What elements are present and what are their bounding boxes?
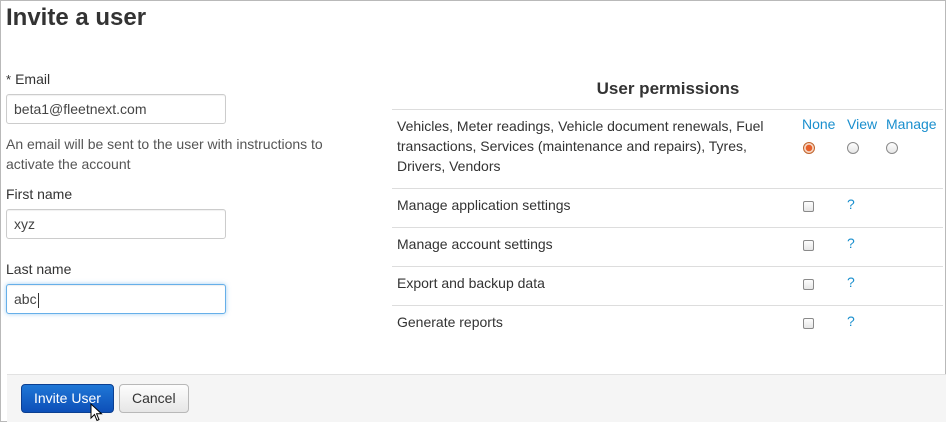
first-name-value: xyz xyxy=(14,216,35,232)
column-head-none[interactable]: None xyxy=(802,116,835,132)
last-name-value: abc xyxy=(14,291,37,307)
help-link-application-settings[interactable]: ? xyxy=(847,196,855,212)
column-head-manage[interactable]: Manage xyxy=(886,116,937,132)
permission-row: Manage application settings ? xyxy=(392,188,943,227)
permission-radio-view[interactable] xyxy=(847,142,859,154)
email-field[interactable]: beta1@fleetnext.com xyxy=(6,94,226,124)
email-help-text: An email will be sent to the user with i… xyxy=(6,136,323,172)
help-link-account-settings[interactable]: ? xyxy=(847,235,855,251)
email-value: beta1@fleetnext.com xyxy=(14,101,147,117)
help-link-generate-reports[interactable]: ? xyxy=(847,313,855,329)
last-name-field[interactable]: abc xyxy=(6,284,226,314)
permission-row-main: Vehicles, Meter readings, Vehicle docume… xyxy=(392,109,943,188)
permission-row: Manage account settings ? xyxy=(392,227,943,266)
required-marker: * xyxy=(6,72,12,87)
cancel-button[interactable]: Cancel xyxy=(119,384,189,413)
column-head-view[interactable]: View xyxy=(847,116,877,132)
permission-checkbox-account-settings[interactable] xyxy=(803,240,814,251)
help-link-export-backup[interactable]: ? xyxy=(847,274,855,290)
first-name-field[interactable]: xyz xyxy=(6,209,226,239)
permission-checkbox-generate-reports[interactable] xyxy=(803,318,814,329)
permission-radio-manage[interactable] xyxy=(886,142,898,154)
permission-radio-none[interactable] xyxy=(803,142,815,154)
permission-row: Generate reports ? xyxy=(392,305,943,344)
permission-label: Manage application settings xyxy=(397,197,571,213)
permission-label: Export and backup data xyxy=(397,275,545,291)
form-actions: Invite User Cancel xyxy=(7,374,946,422)
first-name-label: First name xyxy=(6,186,73,202)
invite-user-dialog: Invite a user * Email beta1@fleetnext.com… xyxy=(0,0,946,422)
permission-row: Export and backup data ? xyxy=(392,266,943,305)
permission-label: Generate reports xyxy=(397,314,503,330)
page-title: Invite a user xyxy=(6,4,147,31)
permission-checkbox-export-backup[interactable] xyxy=(803,279,814,290)
text-caret xyxy=(37,292,39,308)
email-label: * Email xyxy=(6,71,50,88)
permission-label-main: Vehicles, Meter readings, Vehicle docume… xyxy=(397,118,764,174)
permission-label: Manage account settings xyxy=(397,236,553,252)
mouse-pointer-icon xyxy=(90,403,103,422)
email-label-text: Email xyxy=(15,71,51,87)
permissions-title: User permissions xyxy=(596,79,740,98)
last-name-label: Last name xyxy=(6,261,72,277)
permission-checkbox-application-settings[interactable] xyxy=(803,201,814,212)
